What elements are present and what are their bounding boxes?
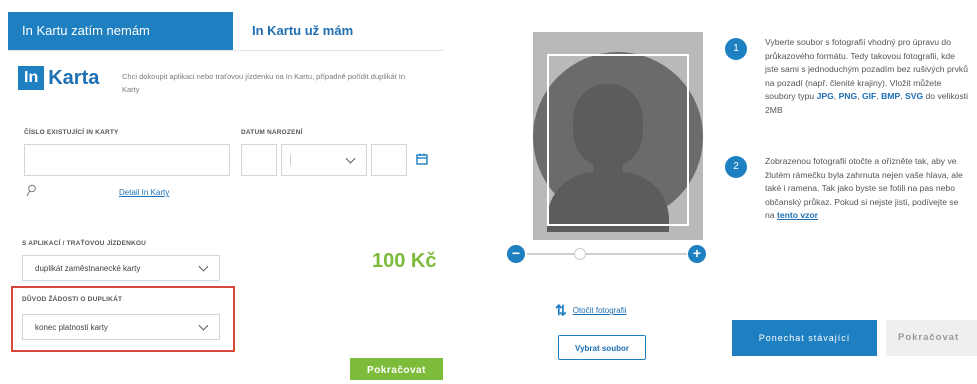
application-selected: duplikát zaměstnanecké karty [35, 263, 141, 273]
sample-link[interactable]: tento vzor [777, 210, 818, 220]
calendar-icon[interactable] [416, 152, 428, 165]
inkarta-logo: In Karta [18, 66, 99, 90]
zoom-slider-handle[interactable] [574, 248, 586, 260]
continue-button[interactable]: Pokračovat [350, 358, 443, 380]
card-detail-link[interactable]: Detail In Karty [119, 188, 169, 197]
file-type-gif: GIF [861, 91, 877, 102]
rotate-arrows-icon: ⇅ [555, 302, 567, 318]
rotate-photo[interactable]: ⇅ Otočit fotografii [555, 302, 627, 319]
month-separator [290, 155, 291, 165]
chevron-down-icon [198, 320, 209, 331]
step-1-badge: 1 [725, 38, 747, 60]
birth-date-label: DATUM NAROZENÍ [241, 129, 303, 136]
logo-karta: Karta [48, 66, 100, 89]
birth-month-select[interactable] [281, 144, 367, 176]
zoom-out-button[interactable]: − [507, 245, 525, 263]
step-1-text: Vyberte soubor s fotografií vhodný pro ú… [765, 37, 969, 115]
user-icon [26, 184, 38, 198]
file-type-png: PNG [838, 91, 858, 102]
birth-year-input[interactable] [371, 144, 407, 176]
file-type-jpg: JPG [816, 91, 834, 102]
tab-have-card[interactable]: In Kartu už mám [252, 12, 353, 50]
step-2-text: Zobrazenou fotografii otočte a ořízněte … [765, 155, 970, 223]
tab-divider [8, 50, 443, 51]
price: 100 Kč [372, 250, 437, 272]
choose-file-button[interactable]: Vybrat soubor [558, 335, 646, 360]
file-type-svg: SVG [904, 91, 924, 102]
logo-in: In [18, 66, 45, 90]
keep-current-button[interactable]: Ponechat stávající [732, 320, 877, 356]
photo-preview[interactable] [533, 32, 703, 240]
file-type-bmp: BMP [881, 91, 901, 102]
birth-day-input[interactable] [241, 144, 277, 176]
reason-selected: konec platnosti karty [35, 322, 108, 332]
intro-text: Chci dokoupit aplikaci nebo traťovou jíz… [122, 72, 405, 94]
card-number-input[interactable] [24, 144, 230, 176]
reason-label: DŮVOD ŽÁDOSTI O DUPLIKÁT [22, 296, 123, 303]
zoom-in-button[interactable]: + [688, 245, 706, 263]
application-select[interactable]: duplikát zaměstnanecké karty [22, 255, 220, 281]
zoom-slider-track[interactable] [527, 253, 687, 255]
application-label: S APLIKACÍ / TRAŤOVOU JÍZDENKOU [22, 240, 147, 247]
rotate-photo-link[interactable]: Otočit fotografii [573, 306, 627, 315]
chevron-down-icon [198, 261, 209, 272]
chevron-down-icon [345, 153, 356, 164]
tab-no-card[interactable]: In Kartu zatím nemám [8, 12, 233, 50]
step-2-badge: 2 [725, 156, 747, 178]
card-number-label: ČÍSLO EXISTUJÍCÍ IN KARTY [24, 129, 119, 136]
crop-frame[interactable] [547, 54, 689, 226]
reason-select[interactable]: konec platnosti karty [22, 314, 220, 340]
continue-right-button[interactable]: Pokračovat [886, 320, 977, 356]
